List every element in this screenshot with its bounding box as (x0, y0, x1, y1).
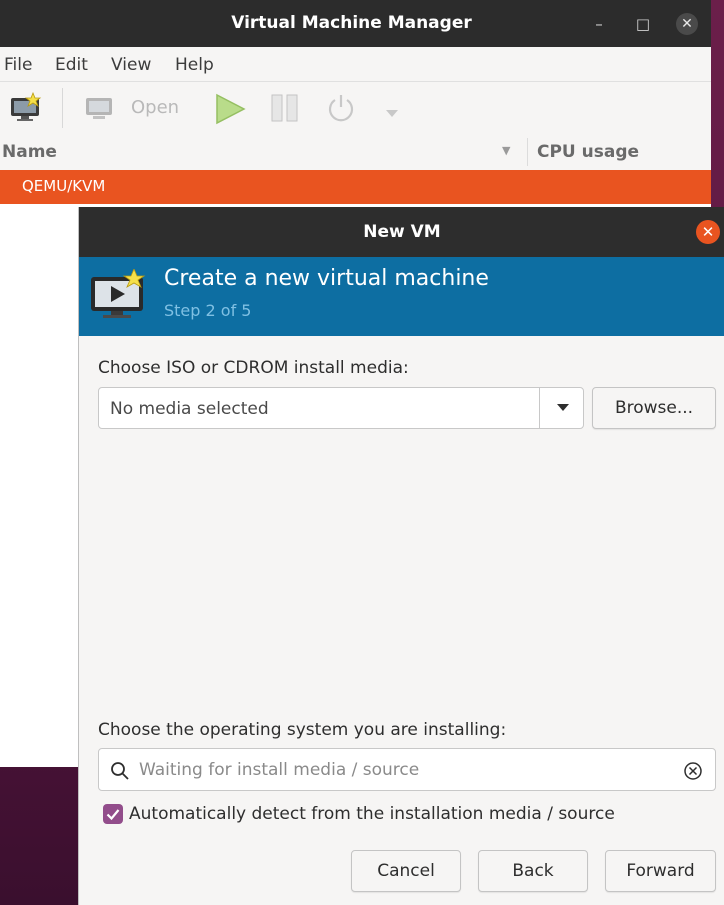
media-value[interactable]: No media selected (110, 399, 269, 419)
run-button[interactable] (214, 93, 246, 129)
maximize-button[interactable]: □ (634, 13, 652, 35)
monitor-star-icon (11, 91, 42, 121)
open-button[interactable] (84, 95, 116, 127)
back-button[interactable]: Back (478, 850, 588, 892)
menu-file[interactable]: File (4, 55, 32, 75)
cancel-button[interactable]: Cancel (351, 850, 461, 892)
wizard-title: Create a new virtual machine (164, 266, 489, 291)
checkmark-icon (106, 809, 120, 821)
auto-detect-label[interactable]: Automatically detect from the installati… (129, 804, 615, 824)
column-divider (527, 138, 528, 166)
close-button[interactable]: ✕ (676, 13, 698, 35)
pause-icon (271, 94, 298, 122)
toolbar-separator (62, 88, 63, 128)
dialog-close-button[interactable]: ✕ (696, 220, 720, 244)
chevron-down-icon (386, 110, 398, 117)
os-search-field[interactable]: Waiting for install media / source (98, 748, 716, 791)
new-vm-button[interactable] (9, 91, 43, 128)
power-icon (328, 95, 354, 122)
monitor-icon (86, 98, 112, 119)
menu-view[interactable]: View (111, 55, 151, 75)
menu-help[interactable]: Help (175, 55, 214, 75)
clear-icon[interactable] (683, 761, 703, 785)
shutdown-menu-button[interactable] (385, 104, 399, 123)
sort-down-icon: ▼ (502, 144, 511, 157)
menubar: File Edit View Help (0, 47, 711, 82)
play-icon (216, 93, 246, 125)
os-search-placeholder: Waiting for install media / source (139, 760, 420, 780)
new-vm-dialog: New VM ✕ Create a new virtual machine St… (78, 207, 724, 905)
pause-button[interactable] (270, 93, 300, 127)
search-icon (110, 761, 130, 785)
browse-button[interactable]: Browse... (592, 387, 716, 429)
media-combo[interactable]: No media selected (98, 387, 584, 429)
column-name[interactable]: Name (2, 142, 57, 162)
wizard-banner: Create a new virtual machine Step 2 of 5 (79, 257, 724, 336)
vm-list-header: Name ▼ CPU usage (0, 134, 711, 171)
column-cpu-usage[interactable]: CPU usage (537, 142, 639, 162)
shutdown-button[interactable] (326, 93, 356, 127)
forward-button[interactable]: Forward (605, 850, 716, 892)
menu-edit[interactable]: Edit (55, 55, 88, 75)
open-label[interactable]: Open (131, 97, 179, 118)
media-label: Choose ISO or CDROM install media: (98, 358, 409, 378)
wizard-step: Step 2 of 5 (164, 301, 252, 320)
combo-divider (539, 388, 540, 428)
create-vm-icon (89, 267, 149, 327)
dialog-titlebar: New VM ✕ (79, 207, 724, 257)
chevron-down-icon[interactable] (557, 404, 569, 411)
dialog-title: New VM (363, 222, 441, 242)
connection-row-qemu[interactable]: QEMU/KVM (0, 170, 711, 204)
minimize-button[interactable]: – (590, 13, 608, 35)
main-titlebar: Virtual Machine Manager – □ ✕ (0, 0, 711, 47)
connection-label: QEMU/KVM (22, 177, 106, 195)
os-label: Choose the operating system you are inst… (98, 720, 507, 740)
auto-detect-checkbox[interactable] (103, 804, 123, 824)
toolbar: Open (0, 82, 711, 134)
